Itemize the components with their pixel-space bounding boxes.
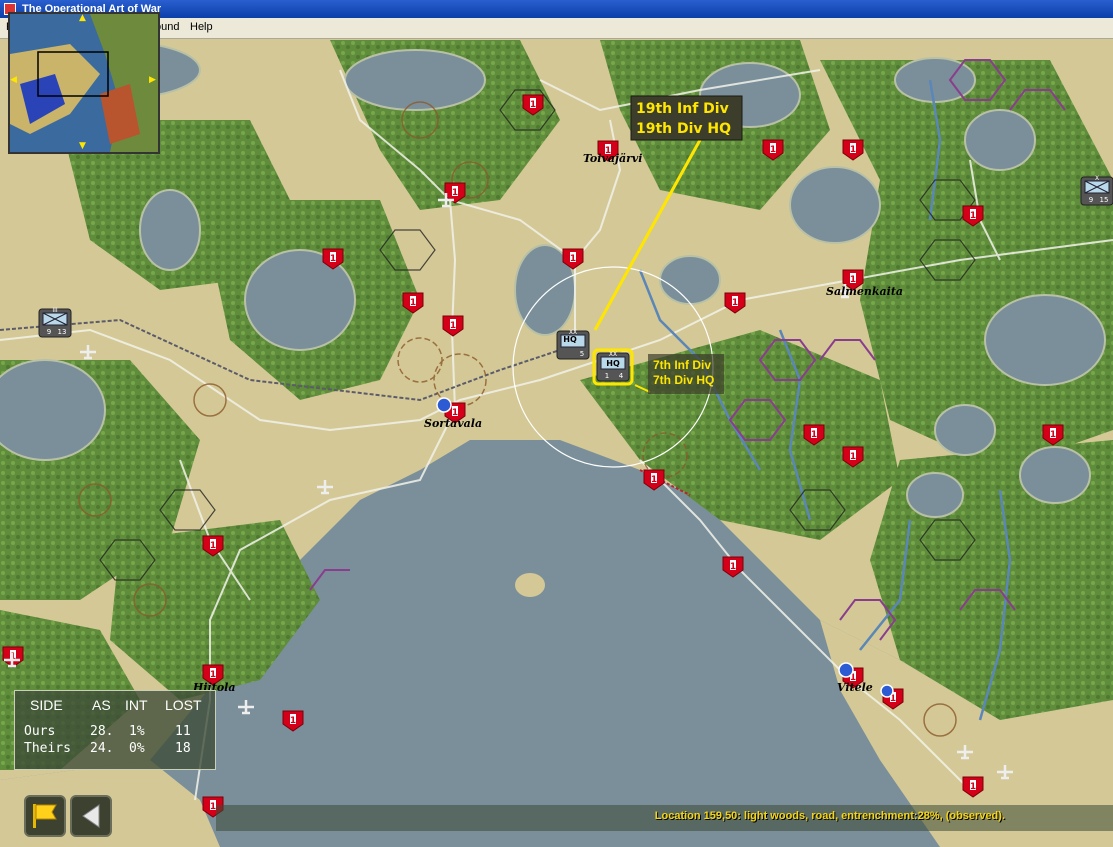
stats-header-as: AS [92,697,111,713]
unit-card-inf-west[interactable]: III 9 13 [38,307,72,338]
unit-echelon-label: X [1095,175,1099,182]
unit-card-inf-east[interactable]: X 9 15 [1080,175,1113,206]
minimap-down-icon[interactable]: ▼ [79,142,86,151]
unit-strength-label: 1 [605,372,609,380]
status-text: Location 159,50: light woods, road, entr… [654,810,1005,822]
stats-header-lost: LOST [165,697,202,713]
stats-as: 28. [90,724,114,739]
stats-row-ours: Ours 28. 1% 11 [15,724,215,742]
unit-card-hq-19th[interactable]: HQ XX 5 [556,329,590,360]
stats-header-row: SIDE AS INT LOST [15,697,215,715]
unit-card-hq-7th[interactable]: HQ XX 1 4 [592,348,634,386]
stats-lost: 11 [175,724,191,739]
unit-moves-label: 4 [619,372,624,380]
unit-echelon-label: XX [609,351,617,358]
unit-tooltip-secondary: 7th Inf Div 7th Div HQ [648,354,724,394]
unit-echelon-label: XX [569,329,577,336]
force-stats-panel: SIDE AS INT LOST Ours 28. 1% 11 Theirs 2… [14,690,216,770]
stats-lost: 18 [175,741,191,756]
tooltip-line1: 7th Inf Div [653,358,711,372]
minimap-up-icon[interactable]: ▲ [79,14,86,23]
flag-button[interactable] [24,795,66,837]
stats-side: Ours [24,724,56,739]
place-label-toivajarvi: Toivajärvi [583,152,642,165]
minimap-canvas[interactable] [10,14,158,152]
city-marker [880,684,894,698]
city-marker [436,397,452,413]
tooltip-line2: 19th Div HQ [636,121,731,137]
window-titlebar: The Operational Art of War [0,0,1113,18]
unit-moves-label: 15 [1100,196,1109,204]
unit-moves-label: 5 [580,350,584,358]
unit-moves-label: 13 [58,328,67,336]
stats-side: Theirs [24,741,71,756]
unit-tooltip-primary: 19th Inf Div 19th Div HQ [630,95,743,141]
place-label-salmenkaita: Salmenkaita [826,285,903,298]
stats-int: 0% [129,741,145,756]
unit-strength-label: 9 [47,328,51,336]
unit-echelon-label: III [52,307,58,314]
stats-int: 1% [129,724,145,739]
menubar: F ound Help [0,18,1113,39]
city-marker [838,662,854,678]
unit-strength-label: 9 [1089,196,1093,204]
stats-as: 24. [90,741,114,756]
minimap-right-icon[interactable]: ▶ [149,76,156,85]
stats-header-int: INT [125,697,148,713]
back-button[interactable] [70,795,112,837]
minimap-left-icon[interactable]: ◀ [10,76,17,85]
unit-type-label: HQ [563,335,577,344]
menu-help[interactable]: Help [190,21,213,33]
unit-type-label: HQ [606,359,620,368]
tooltip-line2: 7th Div HQ [653,373,714,387]
place-label-vitele: Vitele [837,681,873,694]
stats-row-theirs: Theirs 24. 0% 18 [15,741,215,759]
back-arrow-icon [82,804,100,828]
stats-header-side: SIDE [30,697,63,713]
minimap[interactable]: ▲ ▼ ◀ ▶ [8,12,160,154]
tooltip-line1: 19th Inf Div [636,101,729,117]
status-bar: Location 159,50: light woods, road, entr… [216,805,1113,831]
place-label-sortavala: Sortavala [424,417,482,430]
flag-icon [33,804,57,828]
